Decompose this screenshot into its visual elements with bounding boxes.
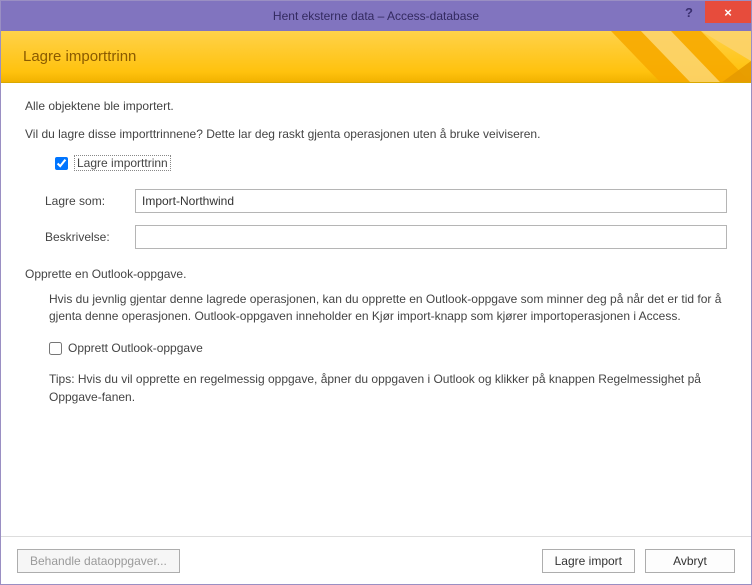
- outlook-heading: Opprette en Outlook-oppgave.: [25, 267, 727, 281]
- dialog-content: Alle objektene ble importert. Vil du lag…: [1, 83, 751, 536]
- tips-text: Tips: Hvis du vil opprette en regelmessi…: [49, 371, 727, 406]
- outlook-section: Hvis du jevnlig gjentar denne lagrede op…: [25, 291, 727, 406]
- outlook-body: Hvis du jevnlig gjentar denne lagrede op…: [49, 291, 727, 326]
- prompt-text: Vil du lagre disse importtrinnene? Dette…: [25, 127, 727, 141]
- save-import-button[interactable]: Lagre import: [542, 549, 635, 573]
- save-steps-checkbox[interactable]: [55, 157, 68, 170]
- titlebar: Hent eksterne data – Access-database ? ×: [1, 1, 751, 31]
- save-steps-row: Lagre importtrinn: [55, 155, 727, 171]
- outlook-checkbox-row: Opprett Outlook-oppgave: [49, 340, 727, 357]
- dialog-window: Hent eksterne data – Access-database ? ×…: [0, 0, 752, 585]
- close-button[interactable]: ×: [705, 1, 751, 23]
- description-input[interactable]: [135, 225, 727, 249]
- banner-heading: Lagre importtrinn: [23, 48, 136, 65]
- description-label: Beskrivelse:: [45, 230, 135, 244]
- save-as-row: Lagre som:: [25, 189, 727, 213]
- window-controls: ? ×: [673, 1, 751, 31]
- status-text: Alle objektene ble importert.: [25, 99, 727, 113]
- cancel-button[interactable]: Avbryt: [645, 549, 735, 573]
- create-outlook-task-label[interactable]: Opprett Outlook-oppgave: [68, 340, 203, 357]
- banner-decoration: [581, 31, 751, 83]
- window-title: Hent eksterne data – Access-database: [273, 9, 479, 23]
- create-outlook-task-checkbox[interactable]: [49, 342, 62, 355]
- manage-data-tasks-button[interactable]: Behandle dataoppgaver...: [17, 549, 180, 573]
- banner: Lagre importtrinn: [1, 31, 751, 83]
- dialog-footer: Behandle dataoppgaver... Lagre import Av…: [1, 536, 751, 584]
- description-row: Beskrivelse:: [25, 225, 727, 249]
- save-steps-label[interactable]: Lagre importtrinn: [74, 155, 171, 171]
- help-button[interactable]: ?: [673, 1, 705, 23]
- save-as-label: Lagre som:: [45, 194, 135, 208]
- save-as-input[interactable]: [135, 189, 727, 213]
